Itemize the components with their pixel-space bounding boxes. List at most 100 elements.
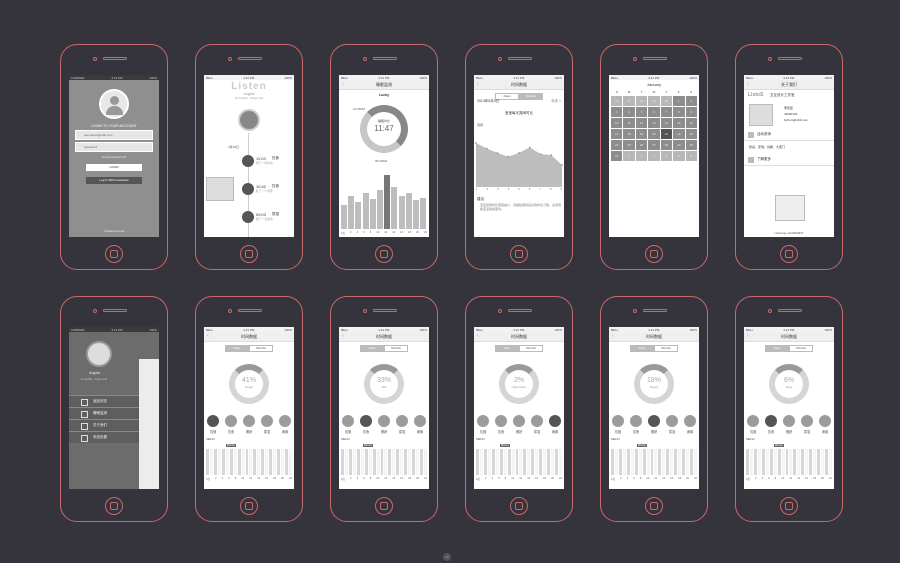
calendar-day[interactable]: 16 (685, 118, 697, 128)
time-bar[interactable] (678, 449, 682, 475)
time-bar[interactable] (476, 449, 479, 475)
category-icon[interactable] (684, 415, 696, 427)
time-bar[interactable] (388, 449, 392, 475)
time-bar[interactable] (209, 449, 213, 475)
time-bar[interactable] (559, 449, 562, 475)
calendar-day[interactable]: 8 (673, 107, 685, 117)
time-bar[interactable] (666, 449, 670, 475)
calendar-day[interactable]: 13 (648, 118, 660, 128)
time-bar[interactable] (281, 449, 285, 475)
time-bar[interactable] (785, 449, 789, 475)
time-bar[interactable] (221, 449, 225, 475)
calendar-day[interactable]: 6 (685, 151, 697, 161)
time-bar[interactable] (213, 449, 217, 475)
calendar-day[interactable]: 28 (635, 96, 648, 106)
time-bar[interactable] (761, 449, 765, 475)
category-icon[interactable] (279, 415, 291, 427)
tab-months[interactable]: Months (789, 345, 813, 352)
back-icon[interactable]: ‹ (477, 81, 479, 87)
time-bar[interactable] (495, 449, 499, 475)
time-bar[interactable] (813, 449, 817, 475)
time-bar[interactable] (217, 449, 221, 475)
back-icon[interactable]: ‹ (342, 333, 344, 339)
time-bar[interactable] (535, 449, 539, 475)
time-bar[interactable] (773, 449, 777, 475)
time-bar[interactable] (245, 449, 249, 475)
category-icon[interactable] (513, 415, 525, 427)
time-bar[interactable] (555, 449, 559, 475)
tab-months[interactable]: Months (654, 345, 678, 352)
sleep-bar[interactable] (377, 190, 383, 229)
section-teachers[interactable]: 活动老师 (744, 129, 834, 141)
time-bar[interactable] (372, 449, 376, 475)
time-bar[interactable] (265, 449, 269, 475)
time-bar[interactable] (507, 449, 511, 475)
calendar-day[interactable]: 31 (611, 151, 623, 161)
avatar[interactable] (86, 341, 112, 367)
back-icon[interactable]: ‹ (747, 333, 749, 339)
sleep-bar[interactable] (369, 199, 376, 229)
time-bar[interactable] (483, 449, 487, 475)
category-icon[interactable] (648, 415, 660, 427)
data-point[interactable] (561, 164, 563, 166)
home-button[interactable] (645, 497, 663, 515)
back-icon[interactable]: ‹ (747, 81, 749, 87)
time-bar[interactable] (674, 449, 678, 475)
menu-item[interactable]: 系统设置 (69, 431, 139, 443)
days-months-toggle[interactable]: Days Months (339, 345, 429, 352)
tab-days[interactable]: Days (225, 345, 249, 352)
data-point[interactable] (496, 152, 499, 154)
sleep-bar[interactable] (348, 196, 355, 229)
category-icon[interactable] (630, 415, 642, 427)
calendar-day[interactable]: 2 (685, 96, 697, 106)
time-bar[interactable] (356, 449, 360, 475)
menu-item[interactable]: 睡眠监测 (69, 407, 139, 419)
time-bar[interactable] (360, 449, 364, 475)
time-bar[interactable] (539, 449, 543, 475)
today-link[interactable]: 今天 > (551, 99, 561, 104)
time-bar[interactable] (646, 449, 650, 475)
calendar-day[interactable]: 1 (623, 151, 635, 161)
time-bar[interactable] (757, 449, 761, 475)
time-bar[interactable] (789, 449, 793, 475)
sleep-bar[interactable] (413, 200, 419, 229)
time-bar[interactable] (380, 449, 384, 475)
time-bar[interactable] (618, 449, 622, 475)
category-icon[interactable] (378, 415, 390, 427)
calendar-day[interactable]: 6 (648, 107, 660, 117)
time-bar[interactable] (384, 449, 388, 475)
time-bar[interactable] (404, 449, 408, 475)
time-bar[interactable] (515, 449, 519, 475)
time-bar[interactable] (519, 449, 523, 475)
time-bar[interactable] (348, 449, 352, 475)
calendar-day[interactable]: 5 (635, 107, 648, 117)
time-bar[interactable] (821, 449, 825, 475)
home-button[interactable] (510, 245, 528, 263)
time-bar[interactable] (662, 449, 666, 475)
time-bar[interactable] (658, 449, 662, 475)
time-bar[interactable] (626, 449, 630, 475)
time-bar[interactable] (694, 449, 697, 475)
category-icon[interactable] (531, 415, 543, 427)
calendar-day[interactable]: 30 (660, 96, 673, 106)
home-button[interactable] (780, 497, 798, 515)
time-bar[interactable] (793, 449, 797, 475)
calendar-day[interactable]: 27 (623, 96, 635, 106)
time-bar[interactable] (233, 449, 237, 475)
time-bar[interactable] (376, 449, 380, 475)
days-months-toggle[interactable]: Days Months (474, 345, 564, 352)
time-bar[interactable] (285, 449, 289, 475)
time-bar[interactable] (543, 449, 547, 475)
calendar-day[interactable]: 29 (648, 96, 660, 106)
time-bar[interactable] (237, 449, 241, 475)
tab-months[interactable]: Months (249, 345, 273, 352)
data-point[interactable] (507, 155, 510, 158)
sleep-bar[interactable] (398, 196, 405, 229)
calendar-day[interactable]: 24 (611, 140, 623, 150)
home-button[interactable] (375, 497, 393, 515)
calendar-day[interactable]: 18 (623, 129, 635, 139)
time-bar[interactable] (765, 449, 769, 475)
time-bar[interactable] (253, 449, 257, 475)
time-bar[interactable] (364, 449, 368, 475)
category-icon[interactable] (801, 415, 813, 427)
